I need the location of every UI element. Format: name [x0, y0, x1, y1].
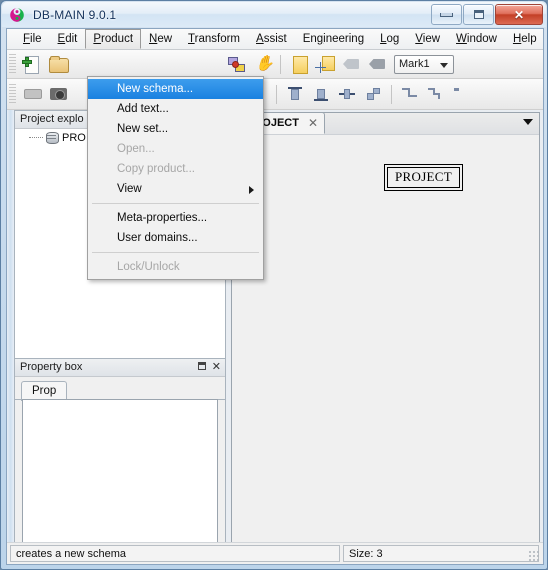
dbmain-logo-icon: [9, 7, 25, 23]
menu-engineering[interactable]: Engineering: [295, 29, 372, 49]
status-message: creates a new schema: [10, 545, 340, 562]
open-folder-icon[interactable]: [47, 53, 69, 75]
mark-tag-icon[interactable]: [366, 53, 388, 75]
entity-box-project[interactable]: PROJECT: [384, 164, 464, 191]
entity-relation-icon[interactable]: [225, 53, 247, 75]
vertical-splitter[interactable]: [7, 110, 14, 558]
application-window: DB-MAIN 9.0.1 ✕ FFileile Edit Product Ne…: [0, 0, 548, 570]
menu-assist[interactable]: Assist: [248, 29, 295, 49]
route-step-icon[interactable]: [399, 83, 421, 105]
property-tabstrip: Prop: [21, 381, 68, 401]
chevron-down-icon[interactable]: [523, 119, 533, 125]
maximize-button[interactable]: [463, 4, 494, 25]
restore-icon[interactable]: [197, 362, 206, 373]
toolbar-separator: [391, 84, 392, 104]
menu-window[interactable]: Window: [448, 29, 505, 49]
client-area: FFileile Edit Product New Transform Assi…: [6, 28, 544, 565]
product-dropdown-menu: New schema... Add text... New set... Ope…: [87, 76, 264, 280]
menu-log[interactable]: Log: [372, 29, 407, 49]
menuitem-user-domains[interactable]: User domains...: [88, 228, 263, 248]
route-zigzag-icon[interactable]: [425, 83, 447, 105]
mark-selector[interactable]: Mark1: [394, 54, 454, 74]
property-box-panel: Property box ✕ Prop: [14, 358, 226, 558]
toolbar-grip[interactable]: [9, 54, 16, 74]
status-bar: creates a new schema Size: 3: [7, 542, 543, 564]
menu-view[interactable]: View: [407, 29, 448, 49]
connect-icon[interactable]: [21, 83, 43, 105]
title-bar: DB-MAIN 9.0.1 ✕: [2, 2, 546, 27]
new-note-icon[interactable]: [288, 53, 310, 75]
close-icon[interactable]: ✕: [212, 362, 221, 373]
tab-prop[interactable]: Prop: [21, 381, 68, 401]
menuitem-copy-product: Copy product...: [117, 163, 195, 175]
property-box-header-buttons: ✕: [192, 362, 225, 373]
close-icon[interactable]: ✕: [308, 117, 318, 129]
menuitem-meta-properties[interactable]: Meta-properties...: [88, 208, 263, 228]
status-size: Size: 3: [343, 545, 539, 562]
property-box-title: Property box: [20, 361, 83, 373]
toolbar-grip[interactable]: [9, 84, 16, 104]
menu-help[interactable]: Help: [505, 29, 543, 49]
menuitem-new-set[interactable]: New set...: [88, 119, 263, 139]
new-project-icon[interactable]: [21, 53, 43, 75]
snapshot-icon[interactable]: [47, 83, 69, 105]
database-icon: [45, 131, 59, 144]
pan-hand-icon[interactable]: ✋: [251, 53, 274, 75]
align-top-icon[interactable]: [284, 83, 306, 105]
toolbar-primary: ✋ Mark1: [7, 50, 543, 79]
align-center-v-icon[interactable]: [362, 83, 384, 105]
align-center-h-icon[interactable]: [336, 83, 358, 105]
resize-grip-icon[interactable]: [528, 550, 540, 562]
mark-selector-value: Mark1: [399, 58, 430, 70]
toolbar-separator: [280, 54, 281, 74]
menu-bar: FFileile Edit Product New Transform Assi…: [7, 29, 543, 50]
window-controls: ✕: [430, 4, 543, 25]
menu-separator: [92, 203, 259, 204]
menu-new[interactable]: New: [141, 29, 180, 49]
erase-mark-icon[interactable]: [340, 53, 362, 75]
chevron-down-icon: [440, 62, 448, 68]
menuitem-new-schema[interactable]: New schema...: [88, 79, 263, 99]
align-bottom-icon[interactable]: [310, 83, 332, 105]
entity-box-label: PROJECT: [387, 167, 461, 188]
document-tabbar: PROJECT ✕: [232, 112, 539, 135]
property-box-header: Property box ✕: [15, 359, 225, 377]
window-title: DB-MAIN 9.0.1: [33, 7, 117, 22]
menu-transform[interactable]: Transform: [180, 29, 248, 49]
project-explorer-title: Project explo: [20, 113, 84, 125]
tree-connector: [29, 136, 43, 139]
menu-edit[interactable]: Edit: [50, 29, 86, 49]
property-content-area[interactable]: [22, 399, 218, 544]
menuitem-view-label: View: [117, 183, 142, 195]
menuitem-view[interactable]: View: [88, 179, 263, 199]
chevron-right-icon: [249, 186, 254, 194]
menu-product[interactable]: Product: [85, 29, 142, 49]
mdi-area: PROJECT ✕ PROJECT: [226, 110, 543, 558]
tree-item-label: PRO: [62, 131, 86, 144]
route-end-icon[interactable]: [451, 83, 473, 105]
toolbar-separator: [276, 84, 277, 104]
menuitem-lock-unlock: Lock/Unlock: [117, 261, 180, 273]
menu-separator: [92, 252, 259, 253]
property-box-body: Prop: [15, 377, 225, 558]
document-window: PROJECT ✕ PROJECT: [231, 112, 540, 553]
schema-canvas[interactable]: PROJECT: [232, 134, 539, 552]
minimize-button[interactable]: [431, 4, 462, 25]
menu-file[interactable]: FFileile: [15, 29, 50, 49]
close-button[interactable]: ✕: [495, 4, 543, 25]
menuitem-open: Open...: [117, 143, 155, 155]
menuitem-add-text[interactable]: Add text...: [88, 99, 263, 119]
add-note-icon[interactable]: [314, 53, 336, 75]
